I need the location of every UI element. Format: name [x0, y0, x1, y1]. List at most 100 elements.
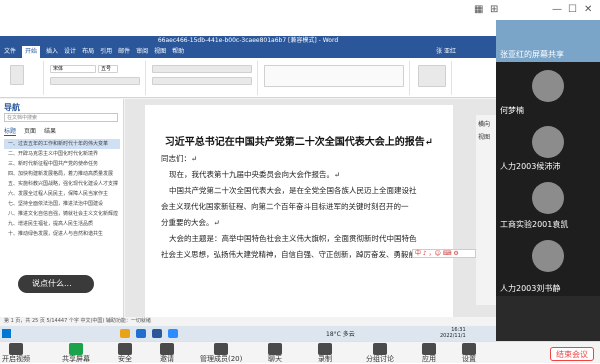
word-icon[interactable]	[152, 329, 162, 338]
find-icon[interactable]	[418, 65, 446, 87]
nav-heading-item[interactable]: 九、增进民生福祉，提高人民生活品质	[4, 219, 120, 229]
nav-heading-item[interactable]: 十、推动绿色发展，促进人与自然和谐共生	[4, 229, 120, 239]
doc-line: 大会的主题是：高举中国特色社会主义伟大旗帜，全面贯彻新时代中国特色	[169, 234, 417, 243]
side-label[interactable]: 视图	[478, 132, 494, 141]
tab-home[interactable]: 开始	[22, 46, 41, 58]
clock: 16:31 2022/11/1	[440, 327, 466, 339]
manage-members-button[interactable]: 管理成员(20)	[200, 342, 242, 364]
list-buttons[interactable]	[152, 65, 252, 73]
grid-icon[interactable]: ⊞	[490, 4, 498, 15]
nav-heading-item[interactable]: 二、开辟马克思主义中国化时代化新境界	[4, 149, 120, 159]
align-buttons[interactable]	[152, 77, 252, 85]
nav-heading-item[interactable]: 六、发展全过程人民民主，保障人民当家作主	[4, 189, 120, 199]
apps-icon	[422, 343, 436, 355]
edge-icon[interactable]	[136, 329, 146, 338]
tab-view[interactable]: 视图	[154, 46, 166, 58]
share-icon	[69, 343, 83, 355]
os-taskbar: 18°C 多云 16:31 2022/11/1	[0, 326, 496, 341]
maximize-icon[interactable]: ☐	[568, 4, 577, 15]
chat-input[interactable]: 说点什么...	[18, 275, 94, 293]
participant-tile[interactable]	[496, 296, 600, 341]
document-page[interactable]: 习近平总书记在中国共产党第二十次全国代表大会上的报告↵ 同志们：↵ 现在，我代表…	[145, 105, 453, 317]
tab-review[interactable]: 审阅	[136, 46, 148, 58]
word-user: 张 亚红	[436, 48, 456, 55]
start-icon[interactable]	[2, 329, 11, 338]
styles-gallery[interactable]	[264, 65, 404, 87]
paste-icon[interactable]	[10, 65, 24, 85]
tab-file[interactable]: 文件	[4, 46, 16, 58]
side-label[interactable]: 横向	[478, 119, 494, 128]
gallery-icon[interactable]: ▦	[474, 4, 483, 15]
font-group: 宋体 五号	[46, 61, 146, 95]
nav-title: 导航	[4, 103, 20, 112]
meeting-app-icon[interactable]	[168, 329, 178, 338]
nav-heading-item[interactable]: 五、实施科教兴国战略，强化现代化建设人才支撑	[4, 179, 120, 189]
doc-line: 现在，我代表第十九届中央委员会向大会作报告。↵	[169, 170, 341, 179]
chat-button[interactable]: 聊天	[268, 342, 282, 364]
ribbon-tabs: 文件 开始 插入 设计 布局 引用 邮件 审阅 视图 帮助 张 亚红	[0, 46, 496, 58]
breakout-button[interactable]: 分组讨论	[366, 342, 394, 364]
nav-heading-item[interactable]: 三、新时代新征程中国共产党的使命任务	[4, 159, 120, 169]
participant-tile[interactable]: 张亚红的屏幕共享	[496, 20, 600, 62]
participant-name: 人力2003候沛沛	[500, 162, 561, 171]
nav-heading-item[interactable]: 一、过去五年的工作和新时代十年的伟大变革	[4, 139, 120, 149]
font-size-box[interactable]: 五号	[98, 65, 118, 73]
nav-tab-pages[interactable]: 页面	[24, 126, 36, 136]
security-button[interactable]: 安全	[118, 342, 132, 364]
folder-icon[interactable]	[120, 329, 130, 338]
participant-name: 人力2003刘书静	[500, 284, 561, 293]
avatar	[532, 182, 564, 214]
nav-tab-results[interactable]: 结果	[44, 126, 56, 136]
end-meeting-button[interactable]: 结束会议	[550, 347, 594, 361]
nav-heading-item[interactable]: 四、加快构建新发展格局，着力推动高质量发展	[4, 169, 120, 179]
document-area[interactable]: 习近平总书记在中国共产党第二十次全国代表大会上的报告↵ 同志们：↵ 现在，我代表…	[125, 99, 496, 317]
chat-icon	[268, 343, 282, 355]
tab-layout[interactable]: 布局	[82, 46, 94, 58]
word-status-bar: 第 1 页，共 25 页 5/14447 个字 中文(中国) 辅助功能：一切就绪	[0, 317, 496, 326]
editing-group	[412, 61, 452, 95]
participant-name: 张亚红的屏幕共享	[500, 50, 564, 59]
avatar	[532, 70, 564, 102]
meeting-controls: 开启视频 共享屏幕 安全 邀请 管理成员(20) 聊天 录制 分组讨论 应用 设…	[0, 341, 600, 363]
tab-mailings[interactable]: 邮件	[118, 46, 130, 58]
settings-button[interactable]: 设置	[462, 342, 476, 364]
gear-icon	[462, 343, 476, 355]
participant-tile[interactable]: 人力2003刘书静	[496, 232, 600, 296]
font-name-box[interactable]: 宋体	[50, 65, 96, 73]
meeting-window: ▦ ⊞ — ☐ ✕ 66aec466-15db-441e-b00c-3caee8…	[0, 0, 600, 363]
apps-button[interactable]: 应用	[422, 342, 436, 364]
members-icon	[214, 343, 229, 355]
word-title-bar: 66aec466-15db-441e-b00c-3caee801a6b7 [兼容…	[0, 36, 496, 46]
ime-toolbar[interactable]: 中 ♪ ，☺ ⌨ ⚙	[412, 249, 476, 258]
nav-search-input[interactable]: 在文档中搜索	[4, 113, 118, 122]
nav-tab-headings[interactable]: 标题	[4, 126, 17, 136]
record-button[interactable]: 录制	[318, 342, 332, 364]
paragraph-group	[148, 61, 258, 95]
styles-group	[260, 61, 410, 95]
meeting-topbar: ▦ ⊞ — ☐ ✕	[470, 0, 600, 20]
tab-help[interactable]: 帮助	[172, 46, 184, 58]
nav-heading-item[interactable]: 七、坚持全面依法治国，推进法治中国建设	[4, 199, 120, 209]
close-icon[interactable]: ✕	[584, 4, 592, 15]
tab-insert[interactable]: 插入	[46, 46, 58, 58]
avatar	[532, 126, 564, 158]
tab-references[interactable]: 引用	[100, 46, 112, 58]
minimize-icon[interactable]: —	[552, 4, 562, 15]
document-title: 习近平总书记在中国共产党第二十次全国代表大会上的报告↵	[164, 137, 434, 148]
clock-date: 2022/11/1	[440, 333, 466, 339]
video-button[interactable]: 开启视频	[2, 342, 30, 364]
invite-icon	[160, 343, 174, 355]
nav-heading-list: 一、过去五年的工作和新时代十年的伟大变革 二、开辟马克思主义中国化时代化新境界 …	[4, 139, 120, 239]
invite-button[interactable]: 邀请	[160, 342, 174, 364]
weather-widget[interactable]: 18°C 多云	[326, 329, 355, 338]
record-icon	[318, 343, 332, 355]
doc-line: 会主义现代化国家新征程、向第二个百年奋斗目标进军的关键时刻召开的一	[161, 202, 409, 211]
participant-tile[interactable]: 何梦楠	[496, 62, 600, 118]
font-format-buttons[interactable]	[50, 77, 140, 85]
participant-tile[interactable]: 工商实验2001袁凯	[496, 174, 600, 232]
share-screen-button[interactable]: 共享屏幕	[62, 342, 90, 364]
nav-heading-item[interactable]: 八、推进文化自信自强，铸就社会主义文化新辉煌	[4, 209, 120, 219]
participant-tile[interactable]: 人力2003候沛沛	[496, 118, 600, 174]
clipboard-group	[4, 61, 44, 95]
tab-design[interactable]: 设计	[64, 46, 76, 58]
